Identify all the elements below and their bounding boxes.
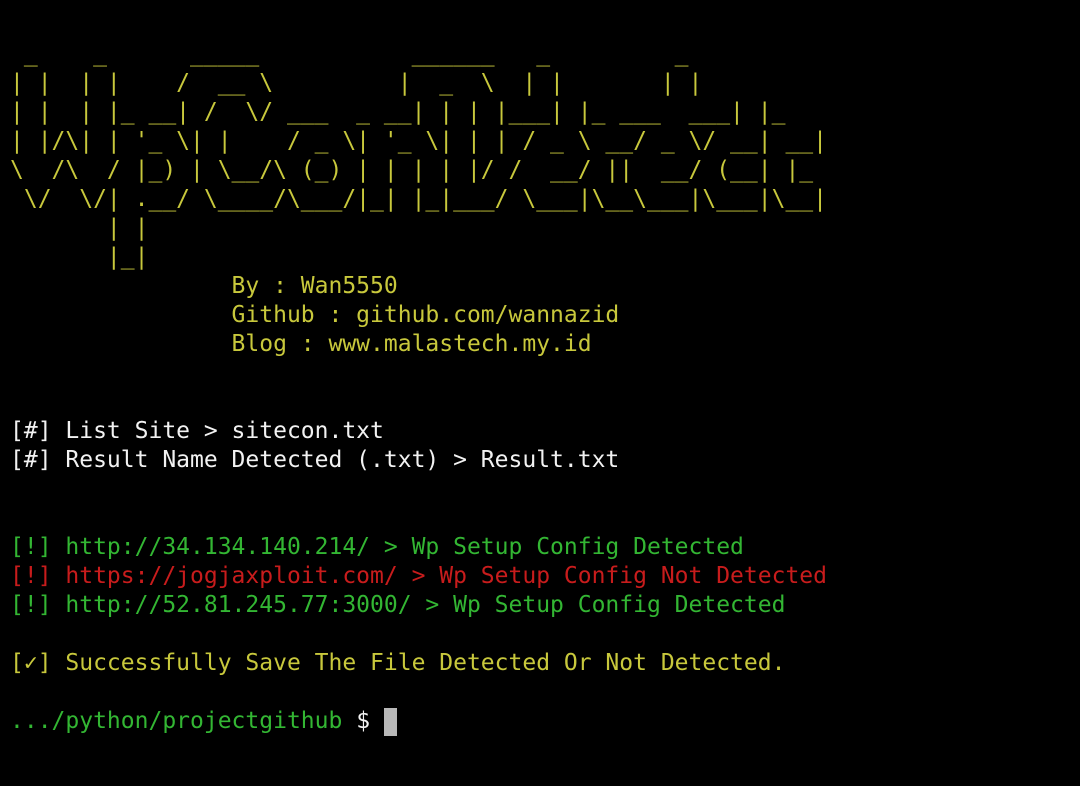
banner-line: | | (10, 215, 149, 241)
github-line: Github : github.com/wannazid (10, 302, 620, 328)
prompt-symbol: $ (342, 708, 384, 734)
text-cursor (383, 707, 397, 736)
banner-line: \ /\ / |_) | \__/\ (_) | | | | |/ / __/ … (10, 157, 814, 183)
shell-prompt[interactable]: .../python/projectgithub $ (10, 707, 1070, 736)
banner-line: | |/\| | '_ \| | / _ \| '_ \| | | / _ \ … (10, 128, 827, 154)
result-name-line: [#] Result Name Detected (.txt) > Result… (10, 447, 620, 473)
result-line-not-detected: [!] https://jogjaxploit.com/ > Wp Setup … (10, 563, 827, 589)
result-line-detected: [!] http://52.81.245.77:3000/ > Wp Setup… (10, 592, 786, 618)
prompt-path: .../python/projectgithub (10, 708, 343, 734)
terminal-output: _ _ _____ ______ _ _ | | | | / __ \ | _ … (10, 40, 1070, 736)
result-line-detected: [!] http://34.134.140.214/ > Wp Setup Co… (10, 534, 744, 560)
banner-line: |_| (10, 244, 149, 270)
banner-line: | | | | / __ \ | _ \ | | | | (10, 70, 703, 96)
list-site-line: [#] List Site > sitecon.txt (10, 418, 384, 444)
banner-line: _ _ _____ ______ _ _ (10, 41, 689, 67)
author-line: By : Wan5550 (10, 273, 398, 299)
success-message: [✓] Successfully Save The File Detected … (10, 650, 786, 676)
banner-line: \/ \/| .__/ \____/\___/|_| |_|___/ \___|… (10, 186, 827, 212)
ascii-banner: _ _ _____ ______ _ _ | | | | / __ \ | _ … (10, 40, 1070, 272)
blog-line: Blog : www.malastech.my.id (10, 331, 592, 357)
banner-line: | | | |_ __| / \/ ___ _ __| | | |___| |_… (10, 99, 786, 125)
